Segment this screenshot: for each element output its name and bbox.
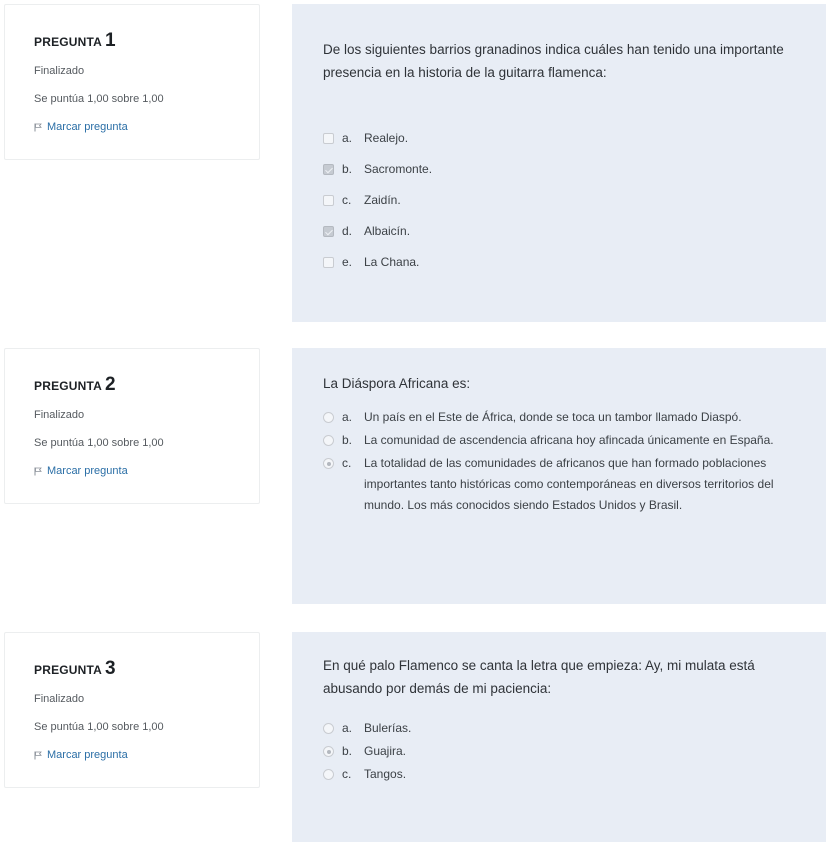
answer-option-c[interactable]: c. La totalidad de las comunidades de af… xyxy=(323,453,796,516)
answer-option-c[interactable]: c. Tangos. xyxy=(323,764,796,785)
question-label: PREGUNTA xyxy=(34,663,103,677)
answer-list: a. Bulerías. b. Guajira. c. Tangos. xyxy=(323,718,796,785)
answer-radio[interactable] xyxy=(323,435,334,446)
answer-list: a. Un país en el Este de África, donde s… xyxy=(323,407,796,516)
flag-icon xyxy=(34,751,42,760)
question-number-value: 1 xyxy=(105,30,116,51)
option-letter: a. xyxy=(342,721,353,735)
flag-label[interactable]: Marcar pregunta xyxy=(47,748,128,762)
question-label: PREGUNTA xyxy=(34,379,103,393)
answer-option-a[interactable]: a. Realejo. xyxy=(323,128,796,149)
answer-option-e[interactable]: e. La Chana. xyxy=(323,252,796,273)
option-text: La Chana. xyxy=(364,255,420,269)
option-text: La comunidad de ascendencia africana hoy… xyxy=(364,433,774,447)
question-content: En qué palo Flamenco se canta la letra q… xyxy=(292,632,826,842)
option-letter: c. xyxy=(342,193,352,207)
question-state: Finalizado xyxy=(34,409,85,421)
option-text: Un país en el Este de África, donde se t… xyxy=(364,410,742,424)
quiz-review-page: PREGUNTA 1 Finalizado Se puntúa 1,00 sobr… xyxy=(0,0,836,848)
option-text: Bulerías. xyxy=(364,721,412,735)
flag-question-link[interactable]: Marcar pregunta xyxy=(34,464,231,478)
answer-list: a. Realejo. b. Sacromonte. c. Zaidín. d.… xyxy=(323,128,796,273)
flag-question-link[interactable]: Marcar pregunta xyxy=(34,120,231,134)
option-letter: e. xyxy=(342,255,353,269)
question-content: De los siguientes barrios granadinos ind… xyxy=(292,4,826,322)
question-text: En qué palo Flamenco se canta la letra q… xyxy=(323,658,755,696)
question-state: Finalizado xyxy=(34,693,85,705)
flag-icon xyxy=(34,123,42,132)
answer-option-d[interactable]: d. Albaicín. xyxy=(323,221,796,242)
question-info: PREGUNTA 1 Finalizado Se puntúa 1,00 sobr… xyxy=(4,4,260,160)
question-number-value: 2 xyxy=(105,374,116,395)
option-letter: d. xyxy=(342,224,353,238)
question-state: Finalizado xyxy=(34,65,85,77)
option-text: Zaidín. xyxy=(364,193,401,207)
answer-option-b[interactable]: b. La comunidad de ascendencia africana … xyxy=(323,430,796,451)
answer-radio[interactable] xyxy=(323,769,334,780)
answer-option-a[interactable]: a. Bulerías. xyxy=(323,718,796,739)
question-grade: Se puntúa 1,00 sobre 1,00 xyxy=(34,93,164,105)
question-number: PREGUNTA 2 xyxy=(34,375,231,396)
answer-radio-selected[interactable] xyxy=(323,746,334,757)
answer-option-a[interactable]: a. Un país en el Este de África, donde s… xyxy=(323,407,796,428)
option-letter: b. xyxy=(342,744,353,758)
answer-radio-selected[interactable] xyxy=(323,458,334,469)
question-info: PREGUNTA 3 Finalizado Se puntúa 1,00 sobr… xyxy=(4,632,260,788)
option-text: Realejo. xyxy=(364,131,409,145)
answer-radio[interactable] xyxy=(323,723,334,734)
option-letter: b. xyxy=(342,162,353,176)
answer-option-c[interactable]: c. Zaidín. xyxy=(323,190,796,211)
question-content: La Diáspora Africana es: a. Un país en e… xyxy=(292,348,826,604)
answer-checkbox[interactable] xyxy=(323,133,334,144)
flag-icon xyxy=(34,467,42,476)
question-info: PREGUNTA 2 Finalizado Se puntúa 1,00 sobr… xyxy=(4,348,260,504)
option-letter: b. xyxy=(342,433,353,447)
option-text: Sacromonte. xyxy=(364,162,433,176)
question-number: PREGUNTA 1 xyxy=(34,31,231,52)
answer-option-b[interactable]: b. Sacromonte. xyxy=(323,159,796,180)
answer-option-b[interactable]: b. Guajira. xyxy=(323,741,796,762)
option-letter: c. xyxy=(342,767,352,781)
option-text: Albaicín. xyxy=(364,224,411,238)
option-letter: a. xyxy=(342,410,353,424)
question-text: La Diáspora Africana es: xyxy=(323,376,471,391)
question-number-value: 3 xyxy=(105,658,116,679)
answer-checkbox[interactable] xyxy=(323,257,334,268)
question-grade: Se puntúa 1,00 sobre 1,00 xyxy=(34,437,164,449)
option-letter: c. xyxy=(342,456,352,470)
question-label: PREGUNTA xyxy=(34,35,103,49)
flag-label[interactable]: Marcar pregunta xyxy=(47,464,128,478)
option-text: Guajira. xyxy=(364,744,407,758)
option-text: La totalidad de las comunidades de afric… xyxy=(364,456,774,512)
question-number: PREGUNTA 3 xyxy=(34,659,231,680)
answer-checkbox[interactable] xyxy=(323,195,334,206)
answer-checkbox-checked[interactable] xyxy=(323,226,334,237)
flag-question-link[interactable]: Marcar pregunta xyxy=(34,748,231,762)
option-letter: a. xyxy=(342,131,353,145)
answer-radio[interactable] xyxy=(323,412,334,423)
answer-checkbox-checked[interactable] xyxy=(323,164,334,175)
question-grade: Se puntúa 1,00 sobre 1,00 xyxy=(34,721,164,733)
question-text: De los siguientes barrios granadinos ind… xyxy=(323,42,784,80)
flag-label[interactable]: Marcar pregunta xyxy=(47,120,128,134)
option-text: Tangos. xyxy=(364,767,407,781)
